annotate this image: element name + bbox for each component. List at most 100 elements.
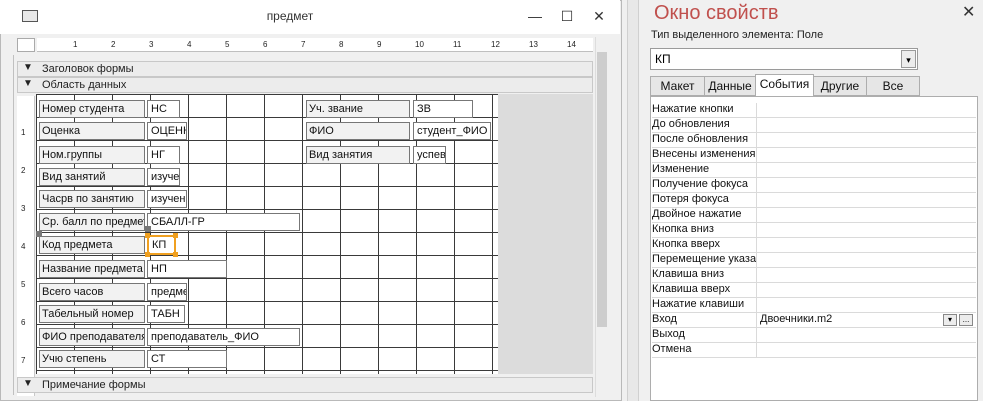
tab-all[interactable]: Все	[866, 76, 920, 96]
field-lesson-kind[interactable]: успев	[413, 146, 446, 164]
section-detail-bar[interactable]: ▼ Область данных	[17, 77, 593, 93]
property-name: Клавиша вверх	[652, 283, 756, 298]
property-name: Двойное нажатие	[652, 208, 756, 223]
label-student-number[interactable]: Номер студента	[39, 100, 145, 118]
label-lesson-type[interactable]: Вид занятий	[39, 168, 145, 186]
resize-handle[interactable]	[145, 233, 150, 238]
label-grade[interactable]: Оценка	[39, 122, 145, 140]
property-value[interactable]	[756, 118, 976, 133]
label-academic-title[interactable]: Уч. звание	[306, 100, 410, 118]
move-handle[interactable]	[145, 226, 151, 232]
field-employee-number[interactable]: ТАБН	[147, 305, 185, 323]
label-lesson-kind[interactable]: Вид занятия	[306, 146, 410, 164]
tab-events[interactable]: События	[755, 74, 814, 97]
ruler-tick-label: 2	[111, 40, 116, 49]
label-employee-number[interactable]: Табельный номер	[39, 305, 145, 323]
close-icon[interactable]: ✕	[962, 2, 975, 22]
property-value[interactable]	[756, 283, 976, 298]
label-academic-degree[interactable]: Учю степень	[39, 350, 145, 368]
property-value[interactable]	[756, 178, 976, 193]
label-subject-name[interactable]: Название предмета	[39, 260, 145, 278]
field-subject-code-selected[interactable]: КП	[147, 235, 176, 255]
tab-data[interactable]: Данные	[704, 76, 756, 96]
field-student-name[interactable]: студент_ФИО	[413, 122, 491, 140]
label-teacher-name[interactable]: ФИО преподавателя	[39, 328, 145, 346]
vruler-tick-label: 6	[21, 318, 26, 327]
property-name: Выход	[652, 328, 756, 343]
label-total-hours[interactable]: Всего часов	[39, 283, 145, 301]
label-average-score[interactable]: Ср. балл по предмет	[39, 213, 145, 231]
ruler-tick-label: 3	[149, 40, 154, 49]
field-total-hours[interactable]: предме	[147, 283, 187, 301]
property-name: До обновления	[652, 118, 756, 133]
vruler-tick-label: 5	[21, 280, 26, 289]
ruler-tick-label: 6	[263, 40, 268, 49]
ruler-tick-label: 8	[339, 40, 344, 49]
ruler-tick-label: 12	[491, 40, 500, 49]
property-name: Изменение	[652, 163, 756, 178]
vruler-tick-label: 1	[21, 128, 26, 137]
field-academic-degree[interactable]: СТ	[147, 350, 227, 368]
property-value[interactable]	[756, 208, 976, 223]
label-group-number[interactable]: Ном.группы	[39, 146, 145, 164]
field-group-number[interactable]: НГ	[147, 146, 180, 164]
resize-handle[interactable]	[173, 252, 178, 257]
property-value[interactable]	[756, 163, 976, 178]
property-value[interactable]	[756, 343, 976, 358]
pane-divider[interactable]	[622, 0, 644, 401]
form-selector[interactable]	[17, 38, 35, 52]
field-average-score[interactable]: СБАЛЛ-ГР	[147, 213, 300, 231]
field-lesson-type[interactable]: изуче	[147, 168, 180, 186]
property-value[interactable]	[756, 253, 976, 268]
left-gutter	[2, 55, 14, 395]
field-academic-title[interactable]: ЗВ	[413, 100, 473, 118]
field-teacher-name[interactable]: преподаватель_ФИО	[147, 328, 300, 346]
chevron-down-icon[interactable]: ▾	[943, 314, 957, 326]
field-hours-per-lesson[interactable]: изучен	[147, 190, 187, 208]
property-value[interactable]	[756, 298, 976, 313]
property-value[interactable]	[756, 268, 976, 283]
property-value[interactable]	[756, 328, 976, 343]
move-handle[interactable]	[36, 231, 42, 237]
ruler-tick-label: 10	[415, 40, 424, 49]
section-arrow-icon: ▼	[23, 378, 33, 389]
label-subject-code[interactable]: Код предмета	[39, 236, 145, 254]
property-name: Кнопка вверх	[652, 238, 756, 253]
property-value[interactable]	[756, 148, 976, 163]
property-name: Кнопка вниз	[652, 223, 756, 238]
field-student-number[interactable]: НС	[147, 100, 180, 118]
property-name: Вход	[652, 313, 756, 328]
section-arrow-icon: ▼	[23, 78, 33, 89]
builder-button[interactable]: ...	[959, 314, 973, 326]
property-name: Внесены изменения	[652, 148, 756, 163]
tab-layout[interactable]: Макет	[650, 76, 705, 96]
section-detail-label: Область данных	[42, 79, 127, 91]
field-subject-name[interactable]: НП	[147, 260, 227, 278]
minimize-button[interactable]: —	[525, 6, 545, 26]
horizontal-ruler: 1 2 3 4 5 6 7 8 9 10 11 12 13 14	[37, 38, 593, 52]
close-button[interactable]: ✕	[589, 6, 609, 26]
form-scroll-thumb[interactable]	[597, 52, 607, 327]
property-value[interactable]	[756, 103, 976, 118]
property-name: Клавиша вниз	[652, 268, 756, 283]
property-name: Отмена	[652, 343, 756, 358]
tab-other[interactable]: Другие	[813, 76, 867, 96]
property-value[interactable]	[756, 238, 976, 253]
resize-handle[interactable]	[173, 233, 178, 238]
property-value[interactable]	[756, 223, 976, 238]
field-grade[interactable]: ОЦЕНК	[147, 122, 187, 140]
property-value[interactable]	[756, 193, 976, 208]
resize-handle[interactable]	[145, 252, 150, 257]
label-student-name[interactable]: ФИО	[306, 122, 410, 140]
maximize-button[interactable]: ☐	[557, 6, 577, 26]
property-name: Перемещение указателя	[652, 253, 756, 268]
section-footer-bar[interactable]: ▼ Примечание формы	[17, 377, 593, 393]
label-hours-per-lesson[interactable]: Часрв по занятию	[39, 190, 145, 208]
form-title: предмет	[266, 9, 314, 23]
chevron-down-icon[interactable]: ▾	[901, 50, 916, 68]
vruler-tick-label: 2	[21, 166, 26, 175]
ruler-tick-label: 14	[567, 40, 576, 49]
section-header-bar[interactable]: ▼ Заголовок формы	[17, 61, 593, 77]
selected-object-combo[interactable]: КП	[650, 48, 918, 70]
property-value[interactable]	[756, 133, 976, 148]
